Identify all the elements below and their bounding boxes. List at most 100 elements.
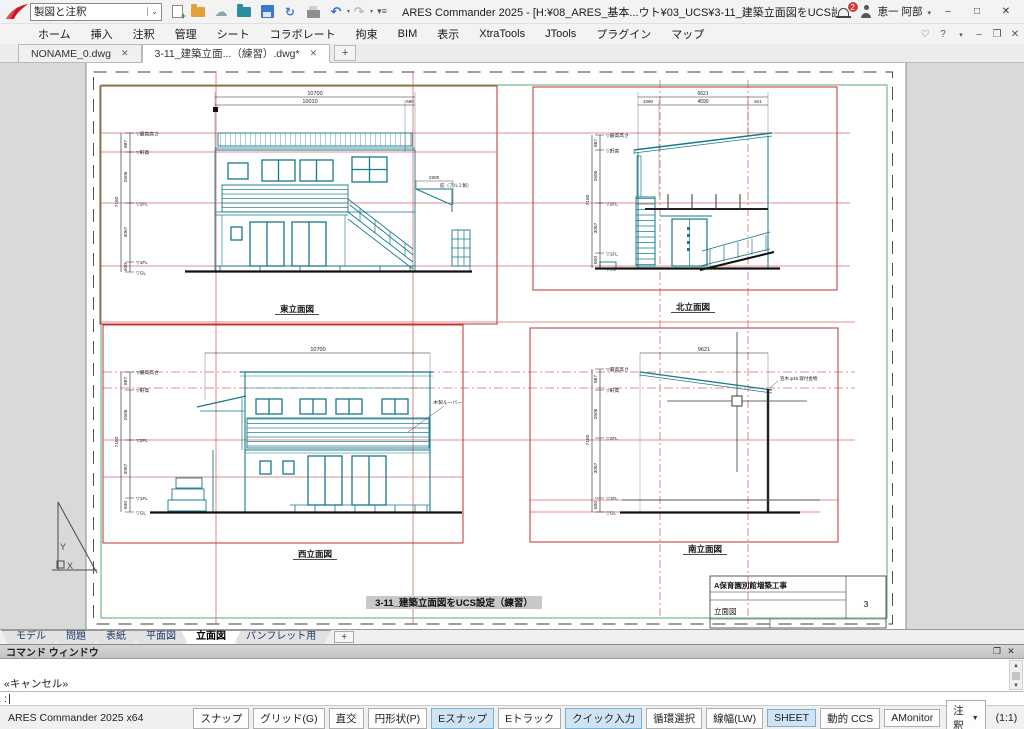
layout-tab-heimenzu[interactable]: 平面図 [131, 630, 191, 644]
new-document-tab-button[interactable]: + [334, 45, 356, 61]
level-height: 887 [593, 375, 599, 383]
doc-minimize-button[interactable]: – [970, 29, 988, 40]
scroll-down-icon[interactable]: ▼ [1010, 681, 1022, 691]
south-note: 笠木 φ45 取付金物 [780, 375, 818, 382]
redo-icon[interactable]: ↷▾ [351, 4, 367, 20]
menu-manage[interactable]: 管理 [165, 24, 207, 44]
menu-home[interactable]: ホーム [28, 24, 81, 44]
toggle-grid[interactable]: グリッド(G) [253, 708, 324, 729]
toggle-lineweight[interactable]: 線幅(LW) [706, 708, 763, 729]
new-file-icon[interactable] [172, 5, 183, 18]
toggle-polar[interactable]: 円形状(P) [368, 708, 428, 729]
command-history[interactable]: «キャンセル» : «キャンセル» : 反対側のコーナーを指定: ▲ ▼ [0, 659, 1024, 692]
doc-restore-button[interactable]: ❐ [988, 29, 1006, 40]
east-dim-b: 690 [406, 99, 414, 104]
doc-close-button[interactable]: ✕ [1006, 29, 1024, 40]
notifications-bell-icon[interactable]: 2 [837, 4, 855, 20]
annotation-scale-dropdown[interactable]: 注釈 [946, 700, 985, 729]
level-total: 7160 [585, 194, 591, 205]
menu-plugins[interactable]: プラグイン [586, 24, 661, 44]
add-layout-tab-button[interactable]: + [334, 631, 354, 643]
menu-collaborate[interactable]: コラボレート [260, 24, 346, 44]
level-label: ▽最高高さ [606, 132, 629, 139]
open-cloud-icon[interactable]: ☁ [213, 4, 229, 20]
north-dim-c: 941 [754, 99, 762, 104]
level-label: ▽1FL [606, 496, 618, 502]
customize-toolbar-icon[interactable]: ▾≡ [374, 4, 390, 20]
menu-bim[interactable]: BIM [388, 26, 428, 42]
toggle-sheet[interactable]: SHEET [767, 709, 816, 727]
close-window-icon[interactable]: ✕ [1004, 646, 1018, 657]
maximize-button[interactable]: □ [965, 2, 989, 22]
layout-tab-model[interactable]: モデル [1, 630, 61, 644]
user-menu-chevron-icon[interactable] [927, 6, 931, 18]
tab-close-icon[interactable]: ✕ [121, 48, 129, 59]
notification-count-badge: 2 [847, 1, 859, 13]
doc-tab-noname[interactable]: NONAME_0.dwg ✕ [18, 44, 142, 62]
window-title: ARES Commander 2025 - [H:¥08_ARES_基本...ウ… [402, 4, 837, 20]
menu-annotate[interactable]: 注釈 [123, 24, 165, 44]
level-label: ▽最高高さ [136, 131, 159, 138]
title-block-sheet-no: 3 [864, 599, 869, 609]
toggle-esnap[interactable]: Eスナップ [431, 708, 494, 729]
ares-commander-window: 製図と注釈 ⌄ ☁ ↻ ↶▾ ↷▾ ▾≡ ARES Commander 2025… [0, 0, 1024, 729]
print-icon[interactable] [307, 10, 320, 18]
help-chevron-icon[interactable] [952, 29, 970, 40]
help-icon[interactable]: ? [934, 29, 952, 40]
toggle-cycle-select[interactable]: 循環選択 [646, 708, 702, 729]
user-avatar-icon[interactable] [860, 5, 873, 18]
drawing-canvas[interactable]: 10700 10010 690 1900 庇（アルミ製） ▽最高高さ ▽軒高 ▽… [0, 63, 1024, 629]
menu-xtratools[interactable]: XtraTools [469, 26, 535, 42]
save-icon[interactable] [261, 5, 274, 18]
workspace-selector[interactable]: 製図と注釈 ⌄ [30, 3, 162, 21]
undo-icon[interactable]: ↶▾ [328, 4, 344, 20]
west-caption: 西立面図 [298, 549, 332, 559]
level-label: ▽2FL [136, 438, 148, 444]
toggle-etrack[interactable]: Eトラック [498, 708, 561, 729]
tab-close-icon[interactable]: ✕ [310, 48, 318, 59]
menu-insert[interactable]: 挿入 [81, 24, 123, 44]
float-window-icon[interactable]: ❐ [990, 646, 1004, 657]
scale-readout: (1:1) [996, 712, 1018, 724]
level-label: ▽GL [606, 511, 616, 517]
level-height: 600 [593, 256, 599, 264]
command-input[interactable]: : [0, 692, 1024, 705]
toggle-quickinput[interactable]: クイック入力 [565, 708, 642, 729]
level-height: 2606 [593, 408, 599, 419]
menu-map[interactable]: マップ [661, 24, 714, 44]
menu-constrain[interactable]: 拘束 [346, 24, 388, 44]
scroll-thumb[interactable] [1012, 672, 1020, 680]
sheet-title: 3-11_建築立面図をUCS設定（練習） [375, 597, 533, 609]
doc-tab-active[interactable]: 3-11_建築立面...（練習）.dwg* ✕ [142, 44, 331, 63]
level-label: ▽GL [136, 511, 146, 517]
menu-sheet[interactable]: シート [207, 24, 260, 44]
level-label: ▽軒高 [606, 387, 619, 394]
toggle-snap[interactable]: スナップ [193, 708, 249, 729]
command-line: «キャンセル» [4, 678, 1006, 690]
command-window-header[interactable]: コマンド ウィンドウ ❐ ✕ [0, 645, 1024, 659]
toggle-ortho[interactable]: 直交 [329, 708, 364, 729]
menu-view[interactable]: 表示 [427, 24, 469, 44]
favorite-icon[interactable]: ♡ [916, 29, 934, 40]
scroll-up-icon[interactable]: ▲ [1010, 661, 1022, 671]
south-dim-total: 9621 [698, 347, 710, 353]
command-scrollbar[interactable]: ▲ ▼ [1009, 660, 1023, 690]
toggle-amonitor[interactable]: AMonitor [884, 709, 940, 727]
close-button[interactable]: ✕ [994, 2, 1018, 22]
layout-tab-ritsumenzu[interactable]: 立面図 [181, 630, 241, 644]
cloud-sync-icon[interactable]: ↻ [282, 4, 298, 20]
minimize-button[interactable]: – [936, 2, 960, 22]
level-height: 2606 [123, 409, 129, 420]
level-label: ▽軒高 [136, 149, 149, 156]
layout-tab-pamphlet[interactable]: パンフレット用 [231, 630, 331, 644]
east-caption: 東立面図 [280, 304, 314, 314]
east-dim-a: 10010 [302, 99, 317, 105]
command-window-title: コマンド ウィンドウ [6, 644, 99, 659]
toggle-dynamic-ccs[interactable]: 動的 CCS [820, 708, 880, 729]
open-file-icon[interactable] [191, 7, 205, 17]
level-height: 600 [123, 263, 129, 271]
level-label: ▽最高高さ [606, 366, 629, 373]
save-as-icon[interactable] [237, 7, 251, 17]
menu-jtools[interactable]: JTools [535, 26, 586, 42]
north-dim-a: 1090 [643, 99, 654, 104]
